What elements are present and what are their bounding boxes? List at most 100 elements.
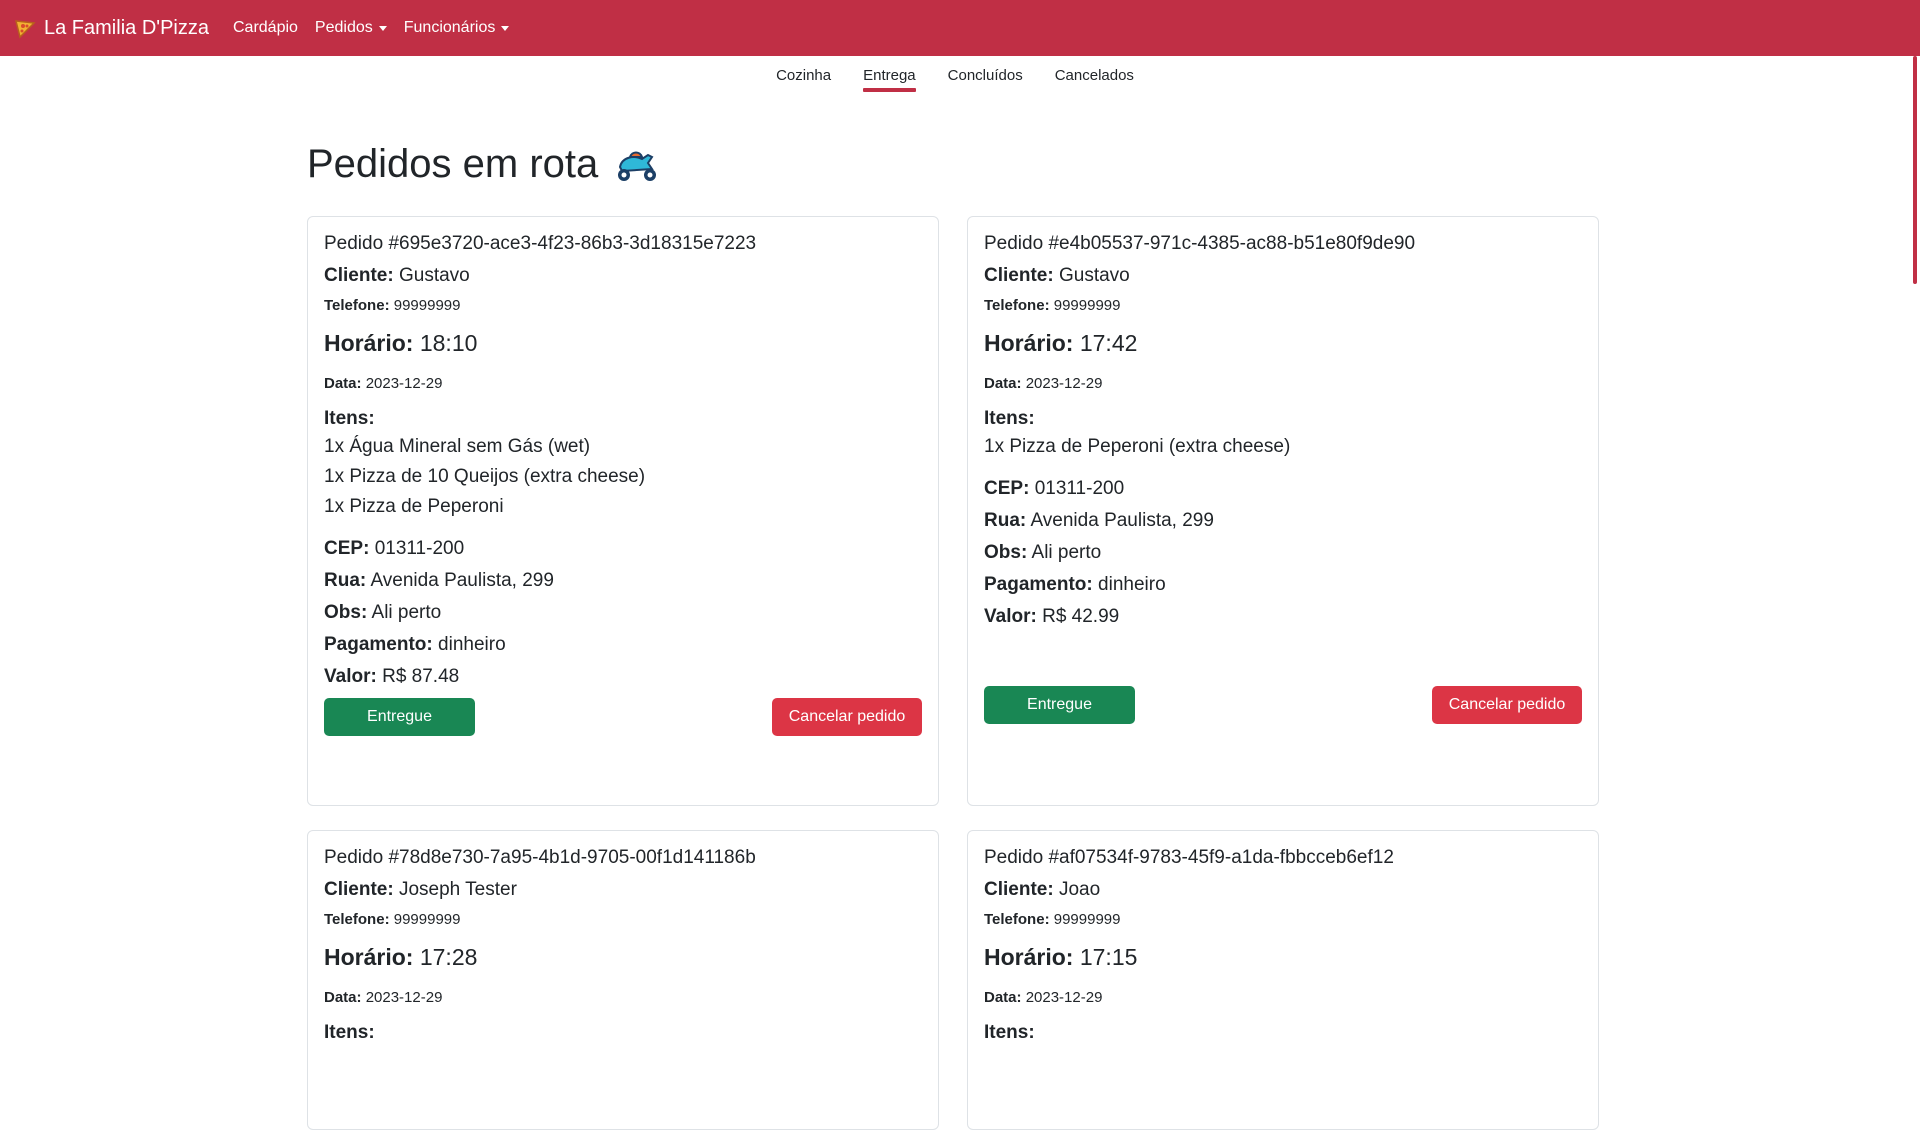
tab-entrega[interactable]: Entrega: [863, 67, 916, 92]
phone-label: Telefone:: [324, 297, 390, 314]
chevron-down-icon: [501, 25, 510, 31]
client-value: Joseph Tester: [398, 879, 517, 900]
time-label: Horário:: [984, 944, 1074, 970]
time-value: 17:15: [1079, 944, 1138, 970]
order-phone: Telefone: 99999999: [984, 297, 1582, 314]
nav-cardapio[interactable]: Cardápio: [233, 19, 298, 37]
phone-value: 99999999: [1053, 297, 1121, 314]
delivered-button[interactable]: Entregue: [984, 686, 1135, 724]
payment-label: Pagamento:: [324, 634, 433, 655]
items-label: Itens:: [984, 1022, 1035, 1043]
order-cep: CEP: 01311-200: [984, 478, 1582, 500]
order-title: Pedido #78d8e730-7a95-4b1d-9705-00f1d141…: [324, 847, 756, 868]
client-value: Gustavo: [1058, 265, 1130, 286]
order-item: 1x Pizza de Peperoni: [324, 496, 504, 517]
order-card: Pedido #af07534f-9783-45f9-a1da-fbbcceb6…: [967, 830, 1599, 1130]
nav-funcionarios-label: Funcionários: [403, 19, 496, 36]
order-item: 1x Água Mineral sem Gás (wet): [324, 436, 591, 457]
tab-cozinha[interactable]: Cozinha: [776, 67, 831, 86]
cep-value: 01311-200: [374, 538, 465, 559]
page-title-text: Pedidos em rota: [307, 142, 599, 186]
order-date: Data: 2023-12-29: [324, 375, 922, 392]
order-card: Pedido #695e3720-ace3-4f23-86b3-3d18315e…: [307, 216, 939, 806]
scrollbar-thumb[interactable]: [1913, 56, 1917, 284]
order-status-tabs: Cozinha Entrega Concluídos Cancelados: [0, 56, 1910, 96]
cep-value: 01311-200: [1034, 478, 1125, 499]
order-date: Data: 2023-12-29: [984, 375, 1582, 392]
nav-funcionarios-dropdown[interactable]: Funcionários: [404, 19, 510, 37]
order-client: Cliente: Joseph Tester: [324, 879, 922, 901]
nav-pedidos-label: Pedidos: [314, 19, 373, 36]
order-payment: Pagamento: dinheiro: [984, 574, 1582, 596]
cancel-order-button[interactable]: Cancelar pedido: [1432, 686, 1582, 724]
order-phone: Telefone: 99999999: [984, 911, 1582, 928]
order-client: Cliente: Gustavo: [984, 265, 1582, 287]
phone-value: 99999999: [1053, 911, 1121, 928]
tab-cancelados[interactable]: Cancelados: [1055, 67, 1134, 86]
total-value: R$ 42.99: [1042, 606, 1120, 627]
time-label: Horário:: [984, 330, 1074, 356]
brand-name: La Familia D'Pizza: [44, 16, 209, 39]
phone-label: Telefone:: [984, 911, 1050, 928]
total-value: R$ 87.48: [382, 666, 460, 687]
order-time: Horário: 17:28: [324, 944, 922, 971]
delivered-button[interactable]: Entregue: [324, 698, 475, 736]
order-title: Pedido #695e3720-ace3-4f23-86b3-3d18315e…: [324, 233, 757, 254]
client-label: Cliente:: [984, 879, 1054, 900]
order-time: Horário: 17:42: [984, 330, 1582, 357]
phone-value: 99999999: [393, 297, 461, 314]
nav-pedidos-dropdown[interactable]: Pedidos: [315, 19, 387, 37]
tab-concluidos[interactable]: Concluídos: [948, 67, 1023, 86]
order-date: Data: 2023-12-29: [984, 989, 1582, 1006]
phone-value: 99999999: [393, 911, 461, 928]
order-cep: CEP: 01311-200: [324, 538, 922, 560]
cep-label: CEP:: [984, 478, 1030, 499]
order-total: Valor: R$ 87.48: [324, 666, 922, 688]
notes-value: Ali perto: [1031, 542, 1102, 563]
brand[interactable]: La Familia D'Pizza: [14, 17, 209, 40]
client-value: Joao: [1058, 879, 1101, 900]
order-actions: Entregue Cancelar pedido: [984, 686, 1582, 724]
date-value: 2023-12-29: [365, 375, 443, 392]
street-label: Rua:: [324, 570, 367, 591]
items-label: Itens:: [324, 1022, 375, 1043]
time-value: 18:10: [419, 330, 478, 356]
order-client: Cliente: Gustavo: [324, 265, 922, 287]
time-label: Horário:: [324, 944, 414, 970]
time-value: 17:28: [419, 944, 478, 970]
nav-links: Cardápio Pedidos Funcionários: [233, 19, 510, 37]
order-title: Pedido #af07534f-9783-45f9-a1da-fbbcceb6…: [984, 847, 1394, 868]
order-payment: Pagamento: dinheiro: [324, 634, 922, 656]
navbar: La Familia D'Pizza Cardápio Pedidos Func…: [0, 0, 1920, 56]
pizza-icon: [14, 17, 36, 39]
street-value: Avenida Paulista, 299: [1030, 510, 1214, 531]
payment-value: dinheiro: [438, 634, 506, 655]
order-card: Pedido #78d8e730-7a95-4b1d-9705-00f1d141…: [307, 830, 939, 1130]
total-label: Valor:: [324, 666, 377, 687]
client-label: Cliente:: [324, 879, 394, 900]
order-date: Data: 2023-12-29: [324, 989, 922, 1006]
client-label: Cliente:: [324, 265, 394, 286]
date-label: Data:: [984, 989, 1022, 1006]
date-value: 2023-12-29: [1025, 989, 1103, 1006]
total-label: Valor:: [984, 606, 1037, 627]
order-total: Valor: R$ 42.99: [984, 606, 1582, 628]
items-label: Itens:: [324, 408, 375, 429]
cancel-order-button[interactable]: Cancelar pedido: [772, 698, 922, 736]
scooter-icon: [612, 145, 660, 185]
date-value: 2023-12-29: [1025, 375, 1103, 392]
order-time: Horário: 17:15: [984, 944, 1582, 971]
page-title: Pedidos em rota: [307, 142, 660, 187]
payment-value: dinheiro: [1098, 574, 1166, 595]
payment-label: Pagamento:: [984, 574, 1093, 595]
date-value: 2023-12-29: [365, 989, 443, 1006]
order-phone: Telefone: 99999999: [324, 297, 922, 314]
notes-label: Obs:: [324, 602, 368, 623]
scrollbar[interactable]: [1910, 56, 1920, 1080]
order-street: Rua: Avenida Paulista, 299: [324, 570, 922, 592]
client-value: Gustavo: [398, 265, 470, 286]
date-label: Data:: [324, 375, 362, 392]
order-phone: Telefone: 99999999: [324, 911, 922, 928]
street-label: Rua:: [984, 510, 1027, 531]
notes-label: Obs:: [984, 542, 1028, 563]
